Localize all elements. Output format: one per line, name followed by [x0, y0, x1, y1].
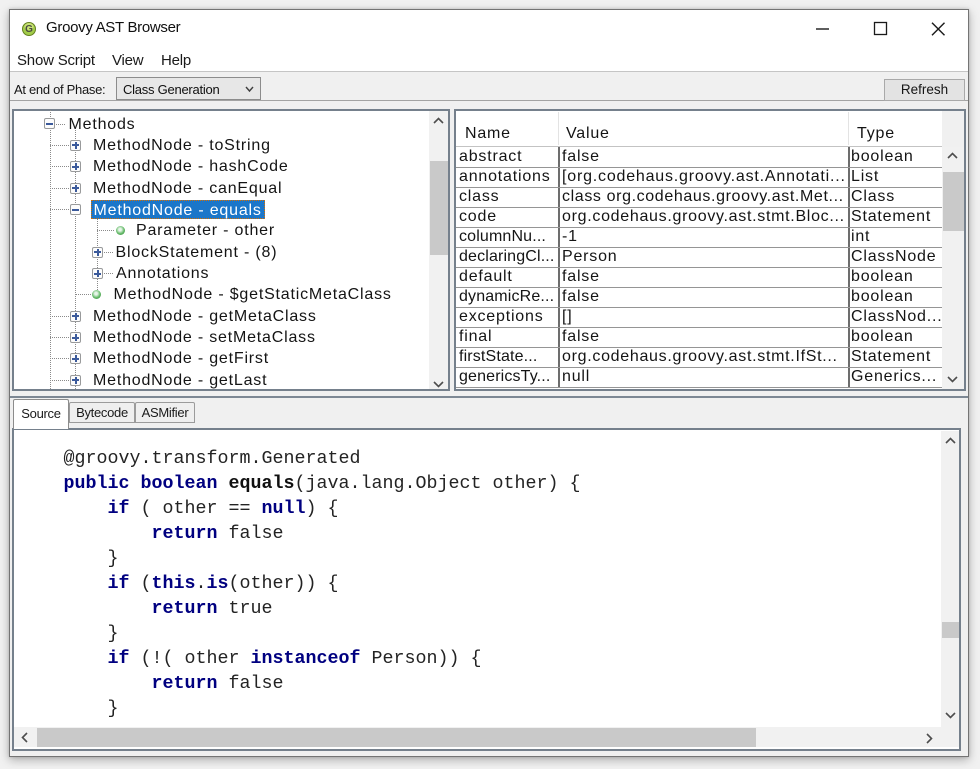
- svg-text:G: G: [25, 24, 33, 35]
